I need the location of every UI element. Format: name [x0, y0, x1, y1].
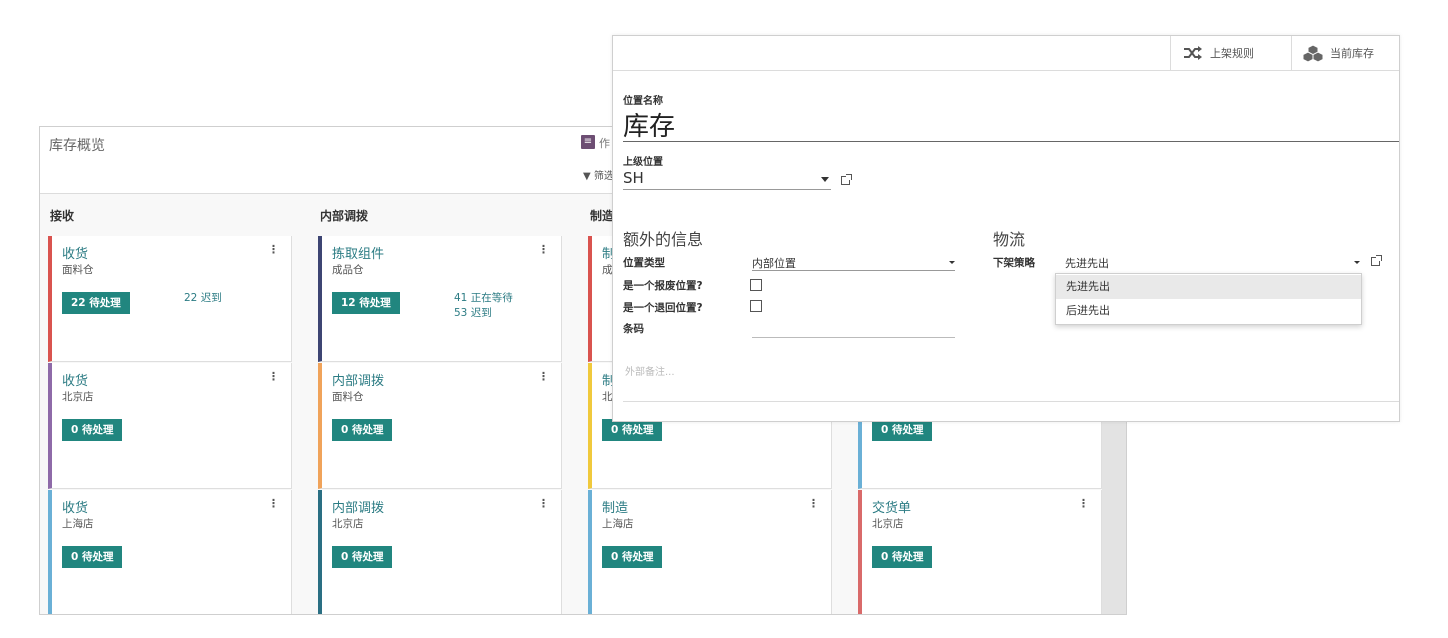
page-title: 库存概览 [49, 138, 105, 154]
ready-button[interactable]: 0 待处理 [62, 546, 123, 568]
on-hand-button[interactable]: 当前库存 [1291, 36, 1400, 70]
card-subtitle: 北 [602, 391, 613, 403]
card-subtitle: 北京店 [872, 518, 904, 530]
removal-strategy-dropdown: 先进先出 后进先出 [1055, 273, 1362, 325]
operation-card[interactable]: 内部调拨 面料仓 ⋮ 0 待处理 [318, 363, 562, 489]
ready-button[interactable]: 0 待处理 [872, 546, 933, 568]
ready-button[interactable]: 0 待处理 [602, 419, 663, 441]
card-menu-icon[interactable]: ⋮ [268, 243, 279, 256]
late-link[interactable]: 53 迟到 [454, 306, 492, 321]
card-title[interactable]: 制造 [602, 497, 628, 516]
late-link[interactable]: 22 迟到 [184, 291, 222, 306]
ready-button[interactable]: 0 待处理 [332, 419, 393, 441]
operation-card[interactable]: 收货 北京店 ⋮ 0 待处理 [48, 363, 292, 489]
column-title-internal: 内部调拨 [320, 209, 369, 223]
operation-card[interactable]: 收货 上海店 ⋮ 0 待处理 [48, 490, 292, 614]
operation-card[interactable]: 拣取组件 成品仓 ⋮ 12 待处理 41 正在等待 53 迟到 [318, 236, 562, 362]
operation-card[interactable]: 交货单 北京店 ⋮ 0 待处理 [858, 490, 1102, 614]
section-logistics: 物流 [993, 230, 1026, 249]
location-form: 上架规则 当前库存 位置名称 库存 上级位置 SH 额外的信息 物流 位置类型 … [612, 35, 1400, 422]
dropdown-option-fifo[interactable]: 先进先出 [1056, 275, 1361, 299]
name-underline [623, 141, 1399, 142]
removal-strategy-select[interactable]: 先进先出 [1065, 255, 1109, 271]
external-link-icon[interactable] [841, 174, 852, 185]
card-subtitle: 面料仓 [332, 391, 364, 403]
external-link-icon[interactable] [1371, 255, 1382, 266]
card-title[interactable]: 收货 [62, 497, 88, 516]
card-title[interactable]: 收货 [62, 370, 88, 389]
card-subtitle: 上海店 [62, 518, 94, 530]
return-location-label: 是一个退回位置? [623, 302, 703, 314]
ready-button[interactable]: 22 待处理 [62, 292, 130, 314]
filter-button[interactable]: ▼ 筛选 [583, 167, 614, 182]
card-menu-icon[interactable]: ⋮ [538, 497, 549, 510]
column-title-receipts: 接收 [50, 209, 75, 223]
ready-button[interactable]: 0 待处理 [62, 419, 123, 441]
barcode-label: 条码 [623, 323, 644, 335]
card-menu-icon[interactable]: ⋮ [538, 370, 549, 383]
card-title[interactable]: 收货 [62, 243, 88, 262]
ready-button[interactable]: 0 待处理 [332, 546, 393, 568]
dropdown-option-lifo[interactable]: 后进先出 [1056, 299, 1361, 323]
ready-button[interactable]: 0 待处理 [872, 419, 933, 441]
operation-card[interactable]: 收货 面料仓 ⋮ 22 待处理 22 迟到 [48, 236, 292, 362]
card-menu-icon[interactable]: ⋮ [1078, 497, 1089, 510]
parent-location-field[interactable]: SH [623, 169, 644, 187]
card-subtitle: 北京店 [332, 518, 364, 530]
removal-strategy-dropdown-icon[interactable] [1354, 261, 1360, 264]
view-label[interactable]: 作 [599, 135, 610, 151]
removal-strategy-label: 下架策略 [993, 257, 1035, 269]
card-title[interactable]: 内部调拨 [332, 497, 384, 516]
card-subtitle: 成品仓 [332, 264, 364, 276]
barcode-field[interactable] [752, 337, 955, 338]
parent-underline [623, 189, 831, 190]
card-subtitle: 北京店 [62, 391, 94, 403]
card-subtitle: 上海店 [602, 518, 634, 530]
card-title[interactable]: 内部调拨 [332, 370, 384, 389]
card-menu-icon[interactable]: ⋮ [808, 497, 819, 510]
waiting-link[interactable]: 41 正在等待 [454, 291, 513, 306]
column-title-manufacturing: 制造 [590, 209, 615, 223]
operation-card[interactable]: 内部调拨 北京店 ⋮ 0 待处理 [318, 490, 562, 614]
card-menu-icon[interactable]: ⋮ [538, 243, 549, 256]
card-menu-icon[interactable]: ⋮ [268, 370, 279, 383]
card-subtitle: 成 [602, 264, 613, 276]
location-type-select[interactable]: 内部位置 [752, 255, 796, 271]
operation-card[interactable]: 制造 上海店 ⋮ 0 待处理 [588, 490, 832, 614]
note-divider [623, 401, 1399, 402]
putaway-rules-label: 上架规则 [1210, 47, 1254, 60]
location-type-label: 位置类型 [623, 257, 665, 269]
smart-button-bar: 上架规则 当前库存 [613, 36, 1399, 71]
card-title[interactable]: 交货单 [872, 497, 911, 516]
cubes-icon [1302, 44, 1324, 62]
location-type-underline [752, 270, 955, 271]
location-name-field[interactable]: 库存 [623, 106, 675, 143]
scrap-location-label: 是一个报废位置? [623, 280, 703, 292]
shuffle-icon [1184, 46, 1202, 60]
section-extra-info: 额外的信息 [623, 230, 704, 249]
parent-dropdown-icon[interactable] [821, 177, 829, 182]
card-menu-icon[interactable]: ⋮ [268, 497, 279, 510]
on-hand-label: 当前库存 [1330, 47, 1374, 60]
location-name-label: 位置名称 [623, 96, 663, 107]
putaway-rules-button[interactable]: 上架规则 [1170, 36, 1291, 70]
parent-location-label: 上级位置 [623, 157, 663, 168]
location-type-dropdown-icon[interactable] [949, 261, 955, 264]
card-subtitle: 面料仓 [62, 264, 94, 276]
card-title[interactable]: 拣取组件 [332, 243, 384, 262]
ready-button[interactable]: 12 待处理 [332, 292, 400, 314]
scrap-location-checkbox[interactable] [750, 279, 762, 291]
external-note-field[interactable]: 外部备注... [625, 363, 675, 378]
ready-button[interactable]: 0 待处理 [602, 546, 663, 568]
return-location-checkbox[interactable] [750, 300, 762, 312]
list-view-icon[interactable]: ≡ [581, 135, 595, 149]
